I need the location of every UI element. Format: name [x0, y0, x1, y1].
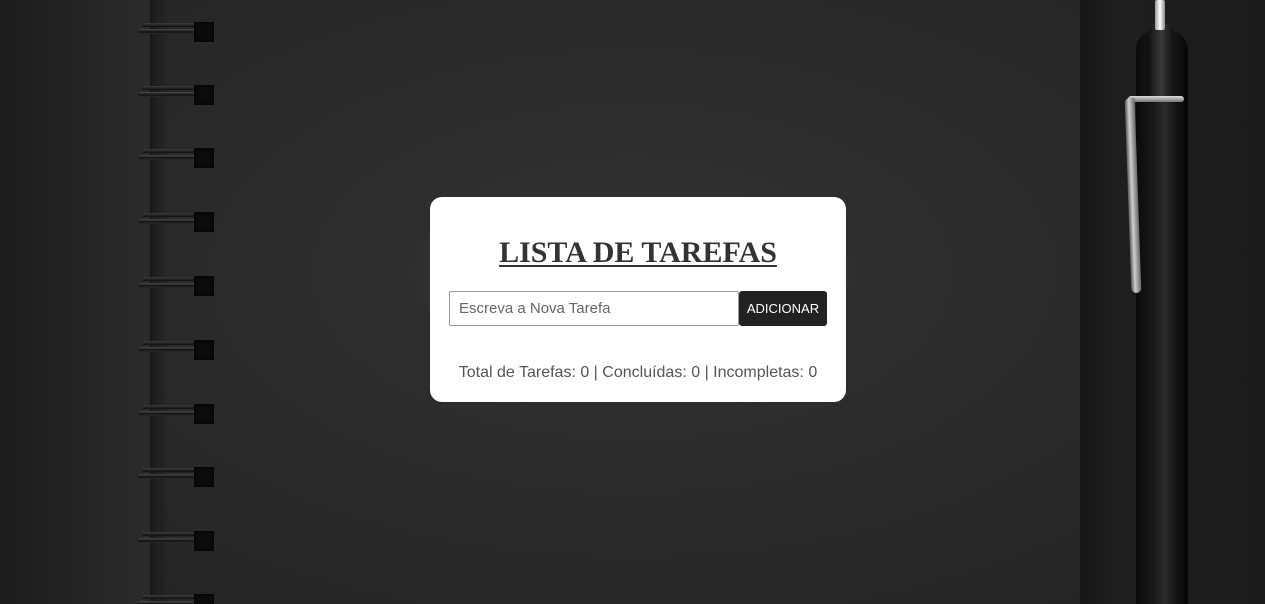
spiral-ring — [138, 340, 214, 360]
add-task-button[interactable]: ADICIONAR — [739, 291, 827, 326]
spiral-ring — [138, 22, 214, 42]
spiral-ring — [138, 404, 214, 424]
pen-cap — [1147, 22, 1175, 102]
notebook-spine — [0, 0, 160, 604]
spiral-ring — [138, 276, 214, 296]
spiral-ring — [138, 531, 214, 551]
pen-ring — [1128, 96, 1184, 102]
spiral-ring — [138, 148, 214, 168]
spiral-ring — [138, 85, 214, 105]
task-stats: Total de Tarefas: 0 | Concluídas: 0 | In… — [458, 364, 818, 381]
new-task-input[interactable] — [449, 291, 739, 326]
spiral-ring — [138, 594, 214, 604]
page-title: LISTA DE TAREFAS — [499, 236, 777, 269]
spiral-ring — [138, 212, 214, 232]
spiral-ring — [138, 467, 214, 487]
todo-card: LISTA DE TAREFAS ADICIONAR Total de Tare… — [430, 197, 846, 402]
pen-body — [1136, 30, 1188, 604]
pen-button — [1155, 0, 1165, 30]
